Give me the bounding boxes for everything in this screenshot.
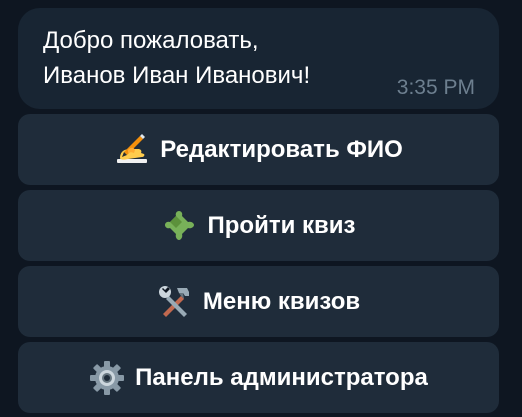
hammer-and-wrench-icon <box>157 284 193 320</box>
message-text-line-1: Добро пожаловать, <box>43 27 259 54</box>
quiz-menu-button[interactable]: Меню квизов <box>18 266 499 337</box>
edit-name-button[interactable]: Редактировать ФИО <box>18 114 499 185</box>
edit-name-button-label: Редактировать ФИО <box>160 135 403 163</box>
message-text-line-2: Иванов Иван Иванович! <box>43 62 311 89</box>
take-quiz-button-label: Пройти квиз <box>207 211 356 239</box>
admin-panel-button-label: Панель администратора <box>135 363 428 391</box>
take-quiz-button[interactable]: Пройти квиз <box>18 190 499 261</box>
chat-view: Добро пожаловать, Иванов Иван Иванович! … <box>0 0 522 417</box>
puzzle-piece-icon <box>162 208 198 244</box>
message-timestamp: 3:35 PM <box>396 76 475 99</box>
writing-hand-icon <box>114 132 150 168</box>
quiz-menu-button-label: Меню квизов <box>202 287 361 315</box>
message-bubble: Добро пожаловать, Иванов Иван Иванович! … <box>18 8 499 109</box>
gear-icon <box>89 360 125 396</box>
admin-panel-button[interactable]: Панель администратора <box>18 342 499 413</box>
